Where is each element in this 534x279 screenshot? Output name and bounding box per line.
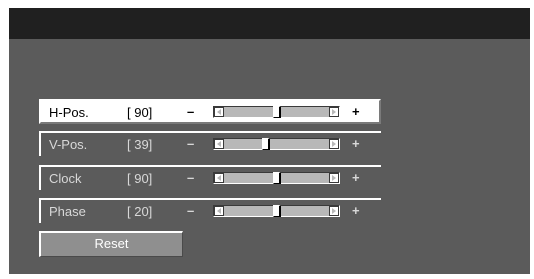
reset-button[interactable]: Reset <box>39 231 183 257</box>
menu-row-clock[interactable]: Clock [ 90] – + <box>39 165 381 190</box>
right-arrow-icon[interactable] <box>329 173 339 183</box>
menu-row-h-pos[interactable]: H-Pos. [ 90] – + <box>39 99 381 124</box>
right-arrow-icon[interactable] <box>329 107 339 117</box>
left-arrow-icon[interactable] <box>214 206 224 216</box>
increase-button[interactable]: + <box>352 203 360 218</box>
slider-thumb[interactable] <box>273 106 281 118</box>
menu-row-v-pos[interactable]: V-Pos. [ 39] – + <box>39 131 381 156</box>
row-value: [ 39] <box>127 137 153 152</box>
slider-track[interactable] <box>213 172 340 184</box>
slider-track[interactable] <box>213 138 340 150</box>
title-bar <box>9 8 530 39</box>
slider-thumb[interactable] <box>262 138 270 150</box>
row-value: [ 20] <box>127 204 153 219</box>
menu-row-phase[interactable]: Phase [ 20] – + <box>39 198 381 223</box>
slider-thumb[interactable] <box>273 205 281 217</box>
slider-track[interactable] <box>213 106 340 118</box>
increase-button[interactable]: + <box>352 170 360 185</box>
increase-button[interactable]: + <box>352 136 360 151</box>
row-value: [ 90] <box>127 171 153 186</box>
osd-screen: H-Pos. [ 90] – + V-Pos. [ 39] – + Clock … <box>9 8 530 274</box>
row-label: H-Pos. <box>49 105 89 120</box>
row-label: Clock <box>49 171 82 186</box>
row-value: [ 90] <box>127 105 153 120</box>
slider-track[interactable] <box>213 205 340 217</box>
decrease-button[interactable]: – <box>187 136 194 151</box>
left-arrow-icon[interactable] <box>214 139 224 149</box>
right-arrow-icon[interactable] <box>329 139 339 149</box>
decrease-button[interactable]: – <box>187 203 194 218</box>
row-label: Phase <box>49 204 86 219</box>
decrease-button[interactable]: – <box>187 104 194 119</box>
increase-button[interactable]: + <box>352 104 360 119</box>
left-arrow-icon[interactable] <box>214 107 224 117</box>
left-arrow-icon[interactable] <box>214 173 224 183</box>
right-arrow-icon[interactable] <box>329 206 339 216</box>
slider-thumb[interactable] <box>273 172 281 184</box>
row-label: V-Pos. <box>49 137 88 152</box>
decrease-button[interactable]: – <box>187 170 194 185</box>
